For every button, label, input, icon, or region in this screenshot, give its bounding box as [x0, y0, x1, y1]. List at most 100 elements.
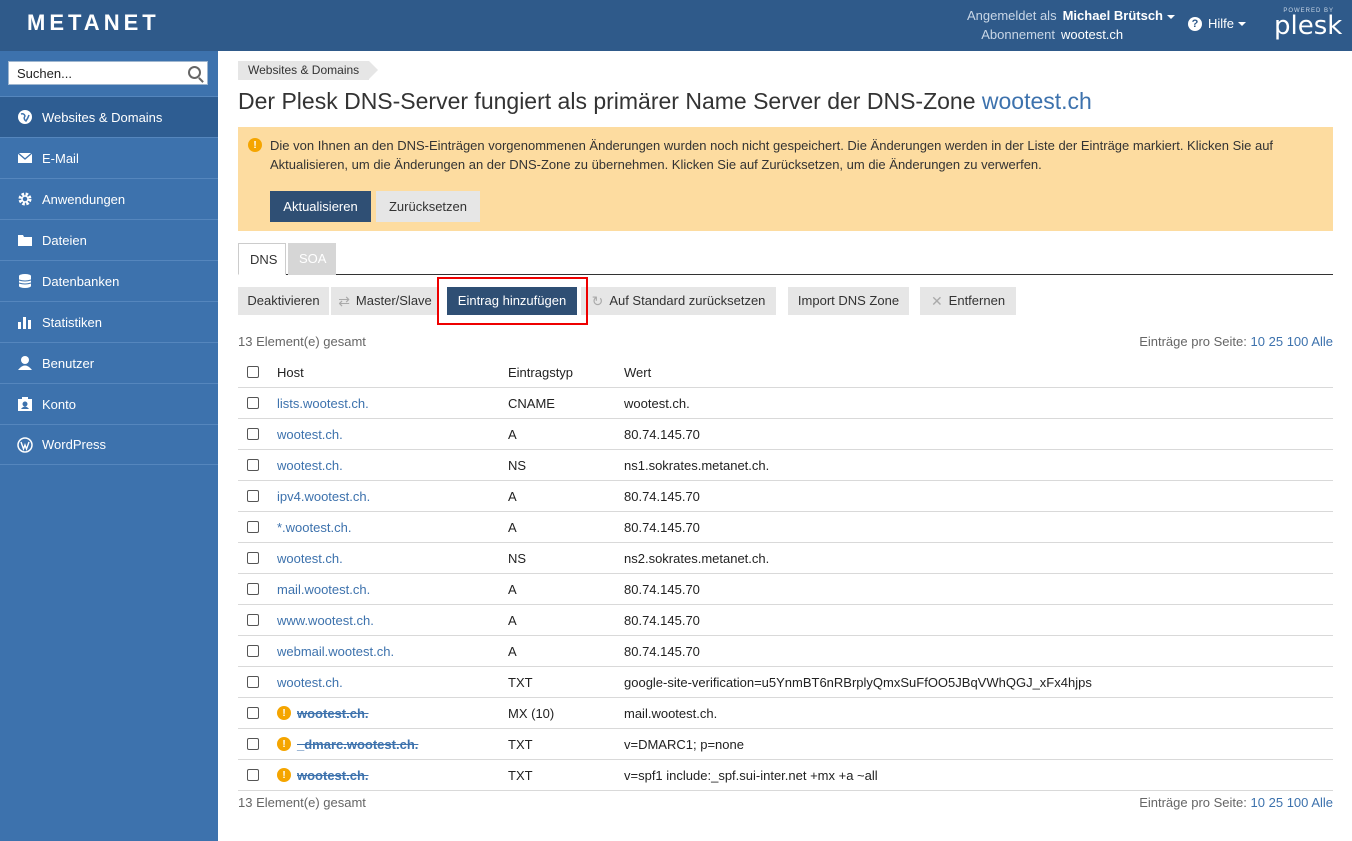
record-value: ns1.sokrates.metanet.ch. [624, 457, 770, 473]
sidebar-item-applications[interactable]: Anwendungen [0, 178, 218, 219]
record-value: 80.74.145.70 [624, 581, 700, 597]
row-checkbox[interactable] [247, 738, 259, 750]
sidebar-item-account[interactable]: Konto [0, 383, 218, 424]
search-input[interactable] [9, 62, 179, 84]
per-page-25[interactable]: 25 [1269, 334, 1283, 349]
host-link[interactable]: wootest.ch. [277, 458, 343, 473]
deactivate-button[interactable]: Deaktivieren [238, 287, 329, 315]
record-value: v=spf1 include:_spf.sui-inter.net +mx +a… [624, 767, 878, 783]
row-checkbox[interactable] [247, 645, 259, 657]
host-link[interactable]: wootest.ch. [297, 706, 369, 721]
database-icon [16, 272, 34, 290]
sidebar-item-websites-domains[interactable]: Websites & Domains [0, 96, 218, 137]
import-zone-button[interactable]: Import DNS Zone [788, 287, 909, 315]
column-value[interactable]: Wert [624, 365, 1333, 380]
tab-soa[interactable]: SOA [288, 243, 336, 275]
total-count-bottom: 13 Element(e) gesamt [238, 795, 366, 810]
update-button[interactable]: Aktualisieren [270, 191, 371, 222]
page-title-domain[interactable]: wootest.ch [982, 88, 1092, 114]
host-link[interactable]: ipv4.wootest.ch. [277, 489, 370, 504]
remove-label: Entfernen [948, 293, 1006, 308]
record-value: 80.74.145.70 [624, 612, 700, 628]
row-checkbox[interactable] [247, 490, 259, 502]
unsaved-changes-warning: ! Die von Ihnen an den DNS-Einträgen vor… [238, 127, 1333, 231]
row-checkbox[interactable] [247, 707, 259, 719]
sidebar-item-statistics[interactable]: Statistiken [0, 301, 218, 342]
host-link[interactable]: _dmarc.wootest.ch. [297, 737, 418, 752]
top-header: METANET Angemeldet als Michael Brütsch A… [0, 0, 1352, 51]
per-page-top: Einträge pro Seite: 10 25 100 Alle [1139, 334, 1333, 349]
per-page-10[interactable]: 10 [1251, 334, 1265, 349]
metanet-logo: METANET [27, 10, 160, 35]
subscription-value[interactable]: wootest.ch [1061, 25, 1123, 44]
tab-dns[interactable]: DNS [238, 243, 286, 275]
sidebar-item-users[interactable]: Benutzer [0, 342, 218, 383]
folder-icon [16, 231, 34, 249]
host-link[interactable]: webmail.wootest.ch. [277, 644, 394, 659]
record-type: TXT [508, 767, 533, 783]
per-page-all[interactable]: Alle [1311, 334, 1333, 349]
user-menu[interactable]: Michael Brütsch [1063, 6, 1175, 25]
row-checkbox[interactable] [247, 583, 259, 595]
record-type: TXT [508, 674, 533, 690]
record-type: CNAME [508, 395, 555, 411]
reset-button[interactable]: Zurücksetzen [376, 191, 480, 222]
host-link[interactable]: wootest.ch. [277, 675, 343, 690]
per-page-all[interactable]: Alle [1311, 795, 1333, 810]
master-slave-label: Master/Slave [355, 293, 432, 308]
row-checkbox[interactable] [247, 397, 259, 409]
record-type: A [508, 612, 517, 628]
column-type[interactable]: Eintragstyp [508, 365, 624, 380]
gear-icon [16, 190, 34, 208]
record-type: A [508, 519, 517, 535]
host-link[interactable]: wootest.ch. [277, 551, 343, 566]
per-page-100[interactable]: 100 [1287, 795, 1309, 810]
host-link[interactable]: *.wootest.ch. [277, 520, 351, 535]
sidebar-item-wordpress[interactable]: WordPress [0, 424, 218, 465]
record-type: A [508, 581, 517, 597]
row-checkbox[interactable] [247, 428, 259, 440]
sidebar-nav: Websites & Domains E-Mail Anwendungen Da… [0, 96, 218, 465]
column-host[interactable]: Host [277, 365, 508, 380]
row-checkbox[interactable] [247, 614, 259, 626]
row-checkbox[interactable] [247, 521, 259, 533]
table-row: wootest.ch. A 80.74.145.70 [238, 419, 1333, 450]
master-slave-button[interactable]: ⇄ Master/Slave [331, 287, 439, 315]
globe-icon [16, 108, 34, 126]
sidebar-item-files[interactable]: Dateien [0, 219, 218, 260]
help-label[interactable]: Hilfe [1208, 16, 1234, 31]
page-title-text: Der Plesk DNS-Server fungiert als primär… [238, 88, 976, 114]
per-page-10[interactable]: 10 [1251, 795, 1265, 810]
table-row: ! wootest.ch. MX (10) mail.wootest.ch. [238, 698, 1333, 729]
host-link[interactable]: lists.wootest.ch. [277, 396, 369, 411]
subscription-label: Abonnement [981, 27, 1055, 42]
user-name[interactable]: Michael Brütsch [1063, 8, 1163, 23]
table-row: wootest.ch. NS ns1.sokrates.metanet.ch. [238, 450, 1333, 481]
per-page-25[interactable]: 25 [1269, 795, 1283, 810]
sidebar-item-label: Statistiken [42, 314, 102, 330]
breadcrumb[interactable]: Websites & Domains [238, 61, 379, 80]
warning-icon: ! [277, 706, 291, 720]
dns-records-table: Host Eintragstyp Wert lists.wootest.ch. C… [238, 357, 1333, 791]
host-link[interactable]: mail.wootest.ch. [277, 582, 370, 597]
host-link[interactable]: www.wootest.ch. [277, 613, 374, 628]
help-menu[interactable]: ? Hilfe [1188, 16, 1247, 31]
per-page-100[interactable]: 100 [1287, 334, 1309, 349]
host-link[interactable]: wootest.ch. [277, 427, 343, 442]
record-type: A [508, 643, 517, 659]
row-checkbox[interactable] [247, 769, 259, 781]
record-value: 80.74.145.70 [624, 643, 700, 659]
row-checkbox[interactable] [247, 459, 259, 471]
row-checkbox[interactable] [247, 552, 259, 564]
remove-button[interactable]: ✕ Entfernen [920, 287, 1016, 315]
warning-icon: ! [277, 737, 291, 751]
row-checkbox[interactable] [247, 676, 259, 688]
sidebar-item-email[interactable]: E-Mail [0, 137, 218, 178]
select-all-checkbox[interactable] [247, 366, 259, 378]
zone-tabs: DNS SOA [238, 243, 1333, 275]
search-icon[interactable] [188, 66, 201, 79]
sidebar-item-databases[interactable]: Datenbanken [0, 260, 218, 301]
reset-default-button[interactable]: ↻ Auf Standard zurücksetzen [581, 287, 776, 315]
host-link[interactable]: wootest.ch. [297, 768, 369, 783]
envelope-icon [16, 149, 34, 167]
